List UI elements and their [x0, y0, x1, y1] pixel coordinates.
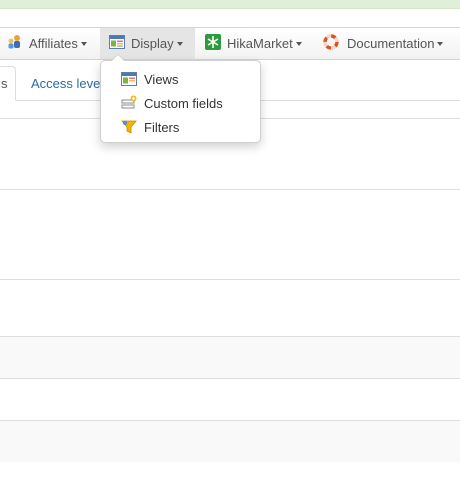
nav-documentation[interactable]: Documentation [323, 28, 444, 59]
nav-affiliates[interactable]: Affiliates [7, 28, 87, 59]
table-row-divider [0, 336, 460, 337]
views-icon [121, 71, 137, 87]
menu-item-views[interactable]: Views [101, 67, 260, 91]
nav-display-label: Display [131, 36, 174, 51]
chevron-down-icon [80, 42, 87, 46]
chevron-down-icon [437, 42, 444, 46]
menu-item-filters-label: Filters [144, 119, 180, 135]
filters-icon [121, 119, 137, 135]
nav-hikamarket-label: HikaMarket [227, 36, 293, 51]
display-icon [109, 34, 125, 53]
table-row [0, 421, 460, 462]
nav-documentation-label: Documentation [347, 36, 435, 51]
tab-access-label: Access leve [31, 76, 101, 91]
tab-active-label: s [1, 76, 8, 91]
menu-item-custom-fields[interactable]: Custom fields [101, 91, 260, 115]
menu-item-custom-fields-label: Custom fields [144, 95, 223, 111]
table-row [0, 337, 460, 378]
table-row-divider [0, 189, 460, 190]
menu-item-views-label: Views [144, 71, 179, 87]
table-row-divider [0, 279, 460, 280]
tab-access-levels[interactable]: Access leve [31, 66, 100, 101]
affiliates-icon [7, 34, 23, 53]
dropdown-arrow-inner [112, 55, 124, 61]
display-dropdown-menu: Views Custom fields Filters [100, 54, 261, 143]
chevron-down-icon [176, 42, 183, 46]
tab-active[interactable]: s [0, 66, 16, 101]
custom-fields-icon [121, 95, 137, 111]
nav-hikamarket[interactable]: HikaMarket [205, 28, 302, 59]
table-row-divider [0, 378, 460, 379]
table-row-divider [0, 420, 460, 421]
top-navbar: Affiliates Display HikaMarket Documentat… [0, 27, 460, 60]
chevron-down-icon [295, 42, 302, 46]
success-banner [0, 0, 460, 9]
lifebuoy-icon [323, 34, 339, 53]
hikamarket-icon [205, 34, 221, 53]
nav-affiliates-label: Affiliates [29, 36, 78, 51]
menu-item-filters[interactable]: Filters [101, 115, 260, 139]
